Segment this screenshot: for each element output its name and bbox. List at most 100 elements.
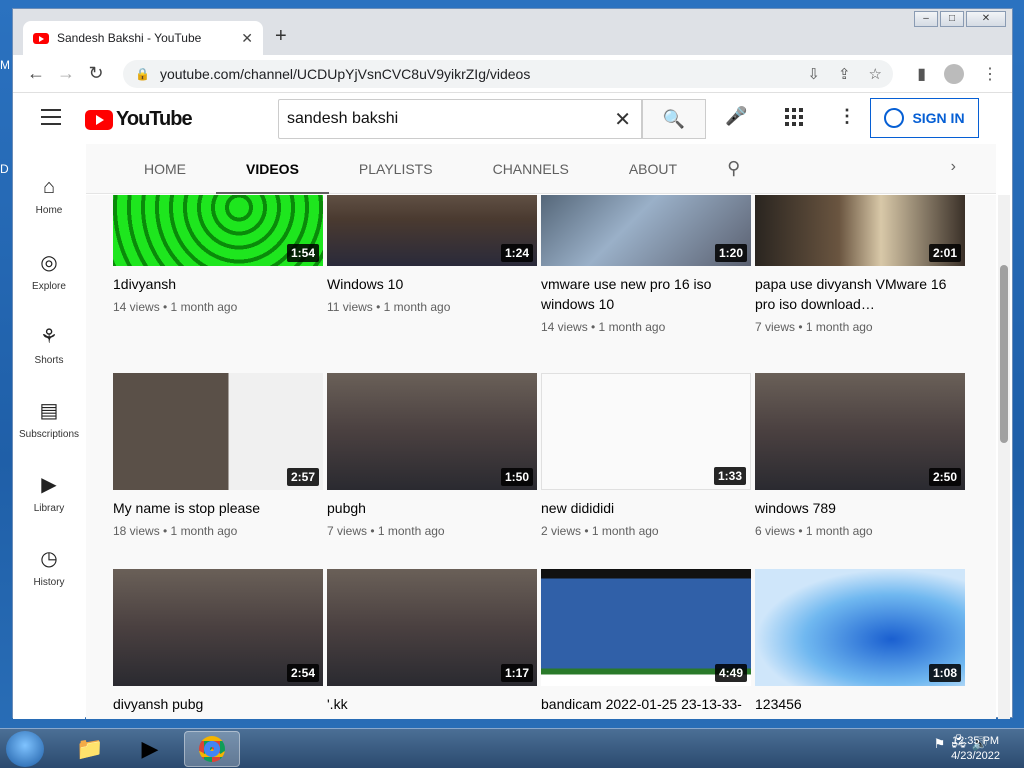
chrome-icon (199, 736, 225, 762)
video-card[interactable]: 1:20 vmware use new pro 16 iso windows 1… (541, 195, 751, 334)
tab-channels[interactable]: CHANNELS (463, 144, 599, 194)
video-meta: 11 views • 1 month ago (327, 300, 451, 314)
side-panel-icon[interactable]: ▮ (917, 64, 926, 84)
video-thumbnail[interactable]: 1:54 (113, 195, 323, 266)
clear-search-icon[interactable]: ✕ (614, 107, 631, 132)
windows-taskbar: 📁 ▶ ⚑ 🖧 🔊 12:35 PM 4/23/2022 (0, 728, 1024, 768)
video-thumbnail[interactable]: 4:49 (541, 569, 751, 686)
browser-tab[interactable]: Sandesh Bakshi - YouTube ✕ (23, 21, 263, 55)
video-card[interactable]: 2:54 divyansh pubg (113, 569, 323, 714)
bookmark-star-icon[interactable]: ☆ (869, 65, 882, 83)
video-thumbnail[interactable]: 1:20 (541, 195, 751, 266)
guide-item-shorts[interactable]: ⚘ Shorts (13, 324, 85, 366)
home-icon: ⌂ (42, 176, 56, 198)
guide-item-home[interactable]: ⌂ Home (13, 176, 85, 216)
guide-label: Subscriptions (18, 429, 80, 440)
tab-about[interactable]: ABOUT (599, 144, 707, 194)
share-icon[interactable]: ⇪ (838, 65, 851, 83)
taskbar-clock[interactable]: 12:35 PM 4/23/2022 (951, 734, 1000, 764)
taskbar-explorer[interactable]: 📁 (62, 731, 118, 767)
youtube-header: YouTube sandesh bakshi ✕ 🔍 🎤 ⋮ SIGN IN (13, 94, 1012, 144)
search-value: sandesh bakshi (287, 110, 399, 127)
search-button[interactable]: 🔍 (642, 99, 706, 139)
video-card[interactable]: 2:01 papa use divyansh VMware 16 pro iso… (755, 195, 965, 334)
video-thumbnail[interactable]: 1:50 (327, 373, 537, 490)
omnibox-actions: ⇩ ⇪ ☆ (807, 65, 882, 83)
guide-item-history[interactable]: ◷ History (13, 546, 85, 588)
search-input[interactable]: sandesh bakshi ✕ (278, 99, 642, 139)
desktop-icon-label[interactable]: D (0, 162, 9, 176)
video-thumbnail[interactable]: 1:33 (541, 373, 751, 490)
video-title[interactable]: 123456 (755, 694, 965, 714)
video-title[interactable]: divyansh pubg (113, 694, 323, 714)
settings-more-icon[interactable]: ⋮ (838, 106, 856, 127)
video-card[interactable]: 1:54 1divyansh 14 views • 1 month ago (113, 195, 323, 314)
close-tab-icon[interactable]: ✕ (241, 30, 253, 47)
video-title[interactable]: '.kk (327, 694, 537, 714)
forward-arrow-icon[interactable]: → (51, 63, 81, 84)
video-card[interactable]: 1:17 '.kk (327, 569, 537, 714)
video-grid-area: 1:54 1divyansh 14 views • 1 month ago 1:… (86, 195, 996, 719)
maximize-button[interactable]: □ (940, 11, 964, 27)
chrome-menu-icon[interactable]: ⋮ (982, 64, 998, 84)
url-input[interactable]: 🔒 youtube.com/channel/UCDUpYjVsnCVC8uV9y… (123, 60, 893, 88)
video-card[interactable]: 1:50 pubgh 7 views • 1 month ago (327, 373, 537, 538)
video-meta: 2 views • 1 month ago (541, 524, 659, 538)
sign-in-button[interactable]: SIGN IN (870, 98, 979, 138)
video-card[interactable]: 1:33 new didididi 2 views • 1 month ago (541, 373, 751, 538)
action-center-icon[interactable]: ⚑ (934, 736, 946, 752)
scrollbar-thumb[interactable] (1000, 265, 1008, 443)
start-button[interactable] (6, 731, 44, 767)
youtube-logo[interactable]: YouTube (85, 108, 193, 131)
video-title[interactable]: vmware use new pro 16 iso windows 10 (541, 274, 751, 314)
guide-item-subscriptions[interactable]: ▤ Subscriptions (13, 398, 85, 440)
video-title[interactable]: pubgh (327, 498, 537, 518)
lock-icon[interactable]: 🔒 (135, 67, 150, 81)
install-app-icon[interactable]: ⇩ (807, 65, 820, 83)
video-thumbnail[interactable]: 1:17 (327, 569, 537, 686)
hamburger-menu-icon[interactable] (41, 109, 61, 130)
video-title[interactable]: Windows 10 (327, 274, 537, 294)
close-window-button[interactable]: ✕ (966, 11, 1006, 27)
video-card[interactable]: 2:57 My name is stop please 18 views • 1… (113, 373, 323, 538)
video-thumbnail[interactable]: 1:24 (327, 195, 537, 266)
desktop-icon-label[interactable]: M (0, 58, 10, 72)
microphone-icon[interactable]: 🎤 (725, 106, 747, 127)
page-scrollbar[interactable] (998, 195, 1010, 719)
video-thumbnail[interactable]: 2:50 (755, 373, 965, 490)
taskbar-chrome[interactable] (184, 731, 240, 767)
video-thumbnail[interactable]: 2:57 (113, 373, 323, 490)
new-tab-button[interactable]: + (275, 25, 287, 48)
video-thumbnail[interactable]: 2:01 (755, 195, 965, 266)
video-meta: 6 views • 1 month ago (755, 524, 873, 538)
tab-videos[interactable]: VIDEOS (216, 144, 329, 194)
video-card[interactable]: 2:50 windows 789 6 views • 1 month ago (755, 373, 965, 538)
video-title[interactable]: bandicam 2022-01-25 23-13-33-045 (541, 694, 751, 719)
video-title[interactable]: My name is stop please (113, 498, 323, 518)
guide-item-library[interactable]: ▶ Library (13, 472, 85, 514)
video-thumbnail[interactable]: 1:08 (755, 569, 965, 686)
video-card[interactable]: 4:49 bandicam 2022-01-25 23-13-33-045 (541, 569, 751, 719)
taskbar-media-player[interactable]: ▶ (122, 731, 178, 767)
chevron-right-icon[interactable]: › (951, 158, 956, 176)
channel-search-icon[interactable]: ⚲ (727, 158, 740, 179)
video-title[interactable]: new didididi (541, 498, 751, 518)
guide-item-explore[interactable]: ◎ Explore (13, 250, 85, 292)
video-title[interactable]: papa use divyansh VMware 16 pro iso down… (755, 274, 965, 314)
profile-avatar[interactable] (944, 64, 964, 84)
tab-playlists[interactable]: PLAYLISTS (329, 144, 463, 194)
video-title[interactable]: windows 789 (755, 498, 965, 518)
apps-grid-icon[interactable] (785, 108, 803, 126)
reload-icon[interactable]: ↻ (81, 63, 111, 84)
video-card[interactable]: 1:24 Windows 10 11 views • 1 month ago (327, 195, 537, 314)
video-meta: 7 views • 1 month ago (327, 524, 445, 538)
duration-badge: 1:24 (500, 244, 533, 262)
duration-badge: 1:54 (286, 244, 319, 262)
video-title[interactable]: 1divyansh (113, 274, 323, 294)
minimize-button[interactable]: – (914, 11, 938, 27)
video-thumbnail[interactable]: 2:54 (113, 569, 323, 686)
back-arrow-icon[interactable]: ← (21, 63, 51, 84)
tab-home[interactable]: HOME (86, 144, 216, 194)
library-icon: ▶ (41, 474, 57, 496)
video-card[interactable]: 1:08 123456 (755, 569, 965, 714)
